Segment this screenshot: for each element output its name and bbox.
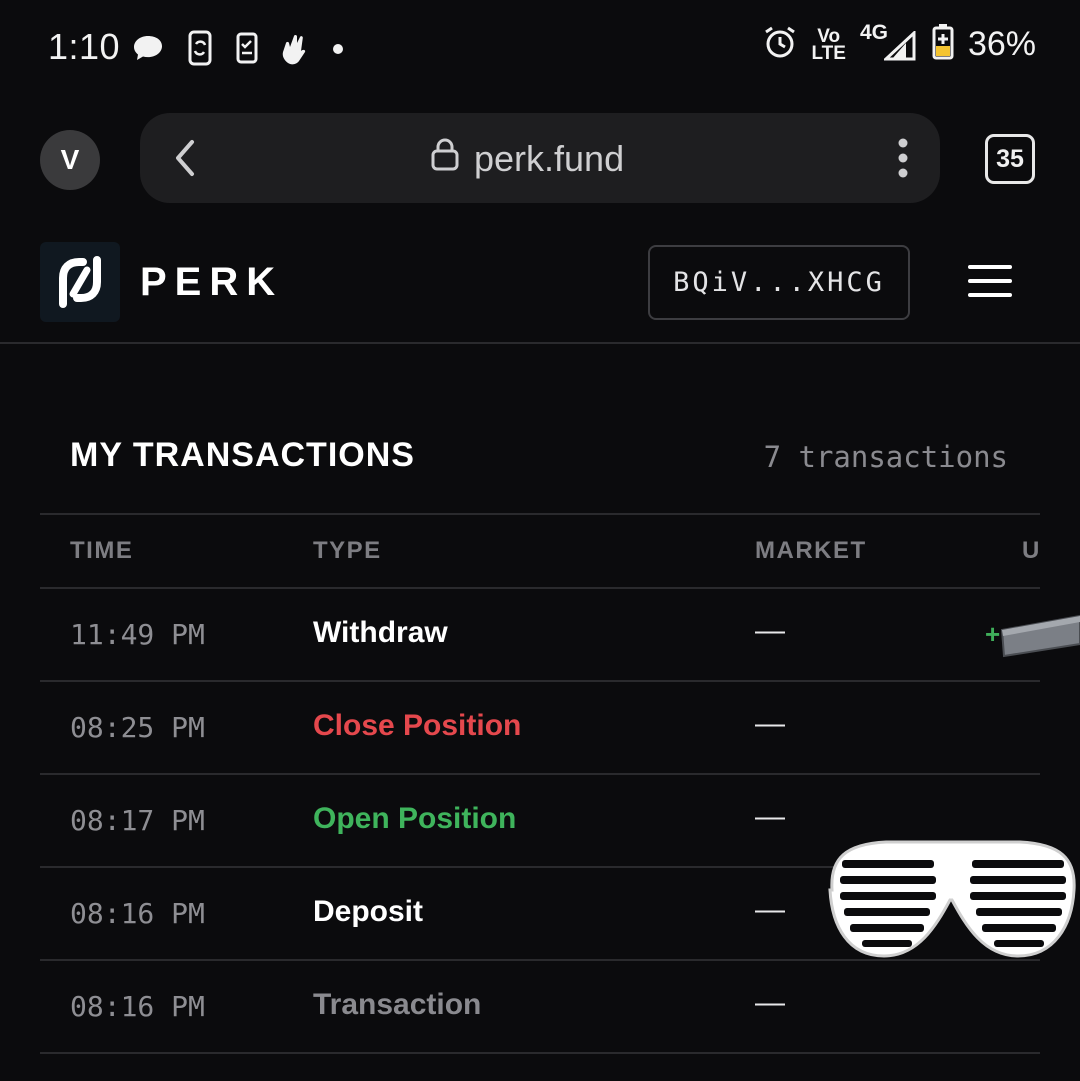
pen-sticker-icon <box>994 610 1080 665</box>
column-header-usd: U <box>1022 537 1041 564</box>
table-row[interactable]: 08:16 PM Transaction — <box>40 961 1040 1054</box>
volte-top-label: Vo <box>817 25 841 47</box>
transaction-count: 7 transactions <box>763 440 1008 474</box>
row-type: Open Position <box>313 802 517 835</box>
tab-switcher-button[interactable]: 35 <box>985 134 1035 184</box>
row-market: — <box>755 986 785 1019</box>
row-type: Transaction <box>313 988 482 1021</box>
menu-hamburger-icon[interactable] <box>968 265 1012 297</box>
table-header: TIME TYPE MARKET U <box>40 513 1040 589</box>
back-chevron-icon[interactable] <box>170 136 200 185</box>
column-header-market: MARKET <box>755 537 867 564</box>
chat-bubble-icon <box>132 34 164 67</box>
battery-charging-icon <box>932 24 954 65</box>
row-type: Deposit <box>313 895 424 928</box>
volte-icon: Vo LTE <box>811 25 846 64</box>
row-market: — <box>755 707 785 740</box>
alarm-icon <box>763 25 797 64</box>
phone-rotate-icon <box>186 30 214 71</box>
browser-toolbar: V perk.fund 35 <box>0 108 1080 208</box>
wallet-address-button[interactable]: BQiV...XHCG <box>648 245 910 320</box>
dot-icon <box>332 42 344 60</box>
row-market: — <box>755 614 785 647</box>
profile-avatar[interactable]: V <box>40 130 100 190</box>
row-time: 08:16 PM <box>70 897 205 930</box>
system-icons: Vo LTE 4G 36% <box>763 21 1036 65</box>
row-time: 11:49 PM <box>70 618 205 651</box>
lock-icon <box>430 137 460 180</box>
clap-hand-icon <box>280 31 310 70</box>
row-type: Withdraw <box>313 616 448 649</box>
transactions-table: TIME TYPE MARKET U 11:49 PM Withdraw — +… <box>40 513 1040 1054</box>
status-time: 1:10 <box>48 26 121 67</box>
signal-icon: 4G <box>860 21 918 65</box>
page-title: MY TRANSACTIONS <box>70 436 415 474</box>
url-text: perk.fund <box>474 137 625 179</box>
table-row[interactable]: 11:49 PM Withdraw — + <box>40 589 1040 682</box>
battery-percent: 36% <box>967 25 1036 63</box>
perk-logo[interactable] <box>40 242 120 322</box>
address-bar[interactable]: perk.fund <box>140 113 940 203</box>
brand-name: PERK <box>140 260 284 304</box>
app-header: PERK BQiV...XHCG <box>0 238 1080 344</box>
row-market: — <box>755 800 785 833</box>
perk-logo-icon <box>59 256 101 308</box>
device-check-icon <box>236 32 258 69</box>
row-time: 08:25 PM <box>70 711 205 744</box>
more-vert-icon[interactable] <box>896 137 910 184</box>
shutter-shades-sticker-icon <box>826 838 1080 967</box>
table-row[interactable]: 08:25 PM Close Position — <box>40 682 1040 775</box>
status-bar: 1:10 Vo LTE 4G 36% <box>0 0 1080 95</box>
volte-bottom-label: LTE <box>811 42 846 64</box>
column-header-type: TYPE <box>313 537 382 564</box>
column-header-time: TIME <box>70 537 134 564</box>
row-type: Close Position <box>313 709 522 742</box>
row-time: 08:17 PM <box>70 804 205 837</box>
notification-icons <box>132 30 344 71</box>
row-market: — <box>755 893 785 926</box>
row-time: 08:16 PM <box>70 990 205 1023</box>
url-display[interactable]: perk.fund <box>430 137 624 180</box>
